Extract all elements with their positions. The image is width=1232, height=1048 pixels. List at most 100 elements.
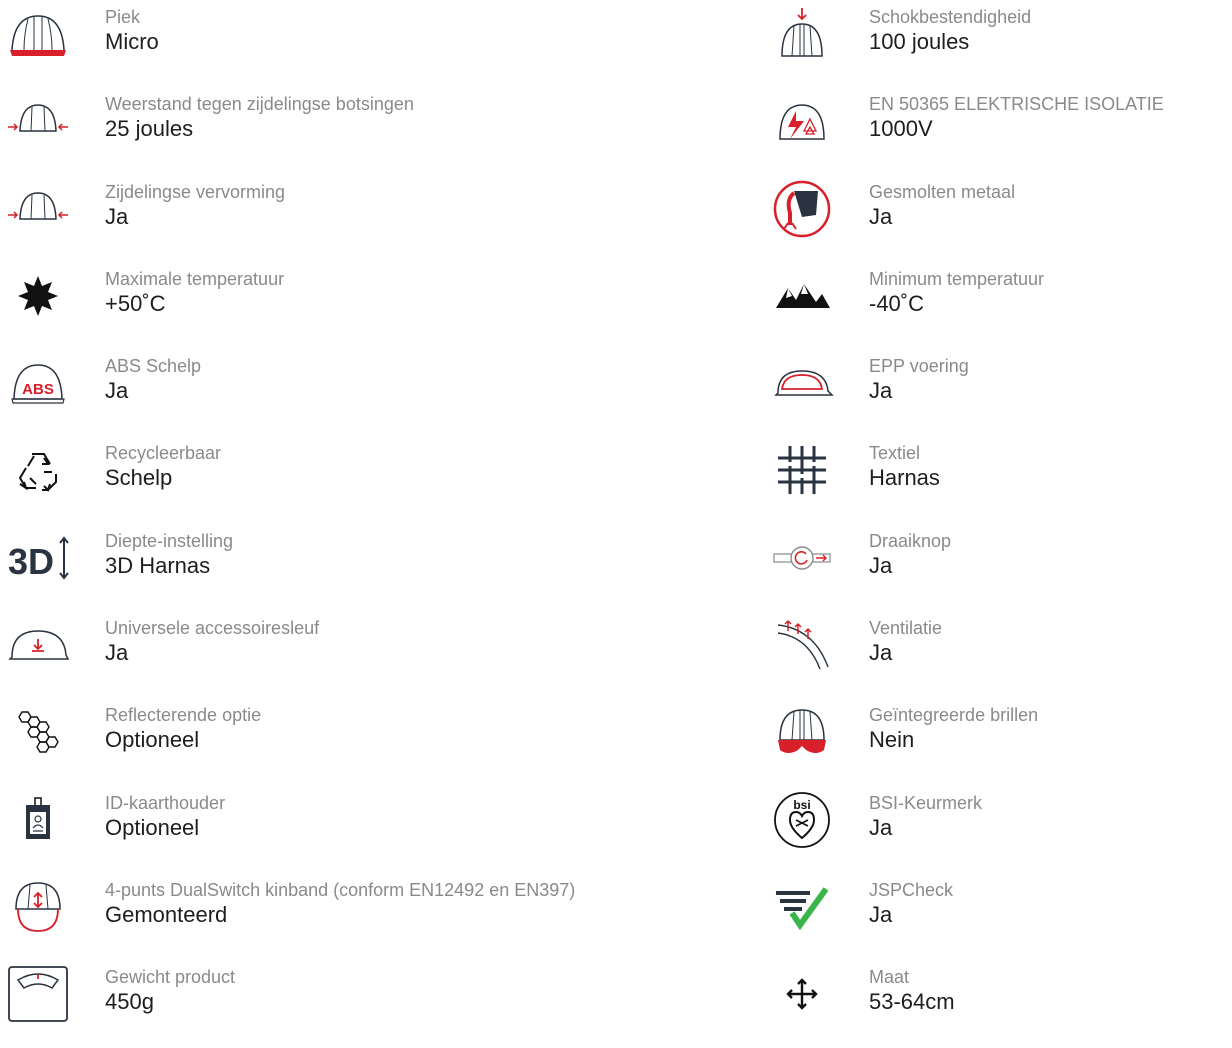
spec-item-bsi-kitemark: bsi BSI-Keurmerk Ja — [764, 786, 1232, 873]
svg-text:bsi: bsi — [793, 798, 810, 812]
jspcheck-icon — [764, 877, 840, 937]
spec-value: Optioneel — [105, 814, 200, 840]
spec-label: JSPCheck — [869, 879, 954, 900]
svg-text:ABS: ABS — [22, 381, 54, 398]
spec-item-wheel-ratchet: Draaiknop Ja — [764, 524, 1232, 611]
accessory-slot-icon — [0, 615, 76, 675]
spec-label: 4-punts DualSwitch kinband (conform EN12… — [105, 879, 576, 900]
spec-value: Ja — [869, 552, 893, 578]
spec-item-id-holder: ID-kaarthouder Optioneel — [0, 786, 740, 873]
chinstrap-helmet-icon — [0, 877, 76, 937]
spec-text: Textiel Harnas — [869, 442, 940, 492]
helmet-top-impact-icon — [764, 4, 840, 64]
spec-item-depth-setting: 3D Diepte-instelling 3D Harnas — [0, 524, 740, 611]
spec-text: Geïntegreerde brillen Nein — [869, 704, 1038, 754]
spec-label: Minimum temperatuur — [869, 268, 1045, 289]
mountains-icon — [764, 266, 840, 326]
spec-value: Micro — [105, 29, 159, 54]
spec-text: Maat 53-64cm — [869, 966, 955, 1016]
helmet-goggles-icon — [764, 702, 840, 762]
spec-text: Zijdelingse vervorming Ja — [105, 181, 285, 231]
spec-value: -40˚C — [869, 290, 925, 316]
textile-icon — [764, 440, 840, 500]
helmet-lateral-impact-icon — [0, 91, 76, 151]
spec-item-chinstrap: 4-punts DualSwitch kinband (conform EN12… — [0, 873, 740, 960]
spec-value: 450g — [105, 989, 154, 1015]
spec-item-epp-liner: EPP voering Ja — [764, 349, 1232, 436]
spec-label: Geïntegreerde brillen — [869, 705, 1039, 726]
hexagons-icon — [0, 702, 76, 762]
spec-label: Maximale temperatuur — [105, 268, 285, 289]
spec-label: Universele accessoiresleuf — [105, 618, 320, 639]
spec-text: Recycleerbaar Schelp — [105, 442, 221, 492]
spec-label: Zijdelingse vervorming — [105, 181, 286, 202]
spec-item-textile: Textiel Harnas — [764, 436, 1232, 523]
spec-text: BSI-Keurmerk Ja — [869, 792, 982, 842]
spec-item-integrated-goggles: Geïntegreerde brillen Nein — [764, 698, 1232, 785]
spec-item-impact-resistance: Schokbestendigheid 100 joules — [764, 0, 1232, 87]
epp-liner-icon — [764, 353, 840, 413]
spec-text: ABS Schelp Ja — [105, 355, 201, 405]
spec-label: ID-kaarthouder — [105, 792, 226, 813]
spec-item-recyclable: Recycleerbaar Schelp — [0, 436, 740, 523]
spec-value: Ja — [869, 203, 893, 229]
spec-value: Ja — [869, 378, 893, 404]
spec-label: Weerstand tegen zijdelingse botsingen — [105, 94, 414, 115]
spec-label: Piek — [105, 7, 141, 27]
scale-icon — [0, 964, 76, 1024]
wheel-ratchet-icon — [764, 528, 840, 588]
spec-item-jspcheck: JSPCheck Ja — [764, 873, 1232, 960]
spec-label: Draaiknop — [869, 530, 952, 551]
spec-text: EPP voering Ja — [869, 355, 969, 405]
svg-text:3D: 3D — [8, 541, 54, 582]
spec-value: Ja — [105, 378, 129, 404]
spec-text: Ventilatie Ja — [869, 617, 942, 667]
ventilation-icon — [764, 615, 840, 675]
spec-item-lateral-impact: Weerstand tegen zijdelingse botsingen 25… — [0, 87, 740, 174]
spec-label: Gewicht product — [105, 967, 236, 988]
spec-label: EPP voering — [869, 356, 969, 377]
molten-metal-icon — [764, 179, 840, 239]
spec-item-electrical-insulation: EN 50365 ELEKTRISCHE ISOLATIE 1000V — [764, 87, 1232, 174]
spec-value: Optioneel — [105, 727, 200, 753]
spec-item-min-temperature: Minimum temperatuur -40˚C — [764, 262, 1232, 349]
spec-value: Ja — [869, 640, 893, 666]
spec-text: Reflecterende optie Optioneel — [105, 704, 261, 754]
spec-label: Maat — [869, 967, 910, 988]
spec-label: Schokbestendigheid — [869, 7, 1032, 27]
recycle-icon — [0, 440, 76, 500]
spec-text: Weerstand tegen zijdelingse botsingen 25… — [105, 93, 414, 143]
sun-icon — [0, 266, 76, 326]
spec-text: Draaiknop Ja — [869, 530, 951, 580]
spec-text: JSPCheck Ja — [869, 879, 953, 929]
spec-text: Minimum temperatuur -40˚C — [869, 268, 1044, 318]
spec-text: EN 50365 ELEKTRISCHE ISOLATIE 1000V — [869, 93, 1164, 143]
spec-text: Gesmolten metaal Ja — [869, 181, 1015, 231]
spec-item-size: Maat 53-64cm — [764, 960, 1232, 1047]
spec-value: Ja — [869, 814, 893, 840]
spec-value: 53-64cm — [869, 989, 955, 1015]
bsi-kitemark-icon: bsi — [764, 790, 840, 850]
spec-label: Gesmolten metaal — [869, 181, 1016, 202]
spec-label: BSI-Keurmerk — [869, 792, 983, 813]
spec-label: Textiel — [869, 443, 921, 464]
spec-value: 25 joules — [105, 116, 194, 142]
spec-text: Universele accessoiresleuf Ja — [105, 617, 319, 667]
spec-text: Piek Micro — [105, 6, 159, 56]
abs-helmet-icon: ABS — [0, 353, 76, 413]
spec-item-reflective: Reflecterende optie Optioneel — [0, 698, 740, 785]
spec-label: Reflecterende optie — [105, 705, 262, 726]
spec-grid: Piek Micro Weerstand tegen zijdelingse b… — [0, 0, 1232, 1023]
spec-item-ventilation: Ventilatie Ja — [764, 611, 1232, 698]
spec-item-piek: Piek Micro — [0, 0, 740, 87]
spec-label: Ventilatie — [869, 618, 943, 639]
spec-text: Gewicht product 450g — [105, 966, 235, 1016]
spec-value: Ja — [105, 640, 129, 666]
spec-column-left: Piek Micro Weerstand tegen zijdelingse b… — [0, 0, 740, 1048]
spec-item-max-temperature: Maximale temperatuur +50˚C — [0, 262, 740, 349]
spec-value: 3D Harnas — [105, 552, 211, 578]
id-card-icon — [0, 790, 76, 850]
spec-item-molten-metal: Gesmolten metaal Ja — [764, 175, 1232, 262]
spec-value: Gemonteerd — [105, 901, 228, 927]
spec-value: 100 joules — [869, 29, 970, 54]
